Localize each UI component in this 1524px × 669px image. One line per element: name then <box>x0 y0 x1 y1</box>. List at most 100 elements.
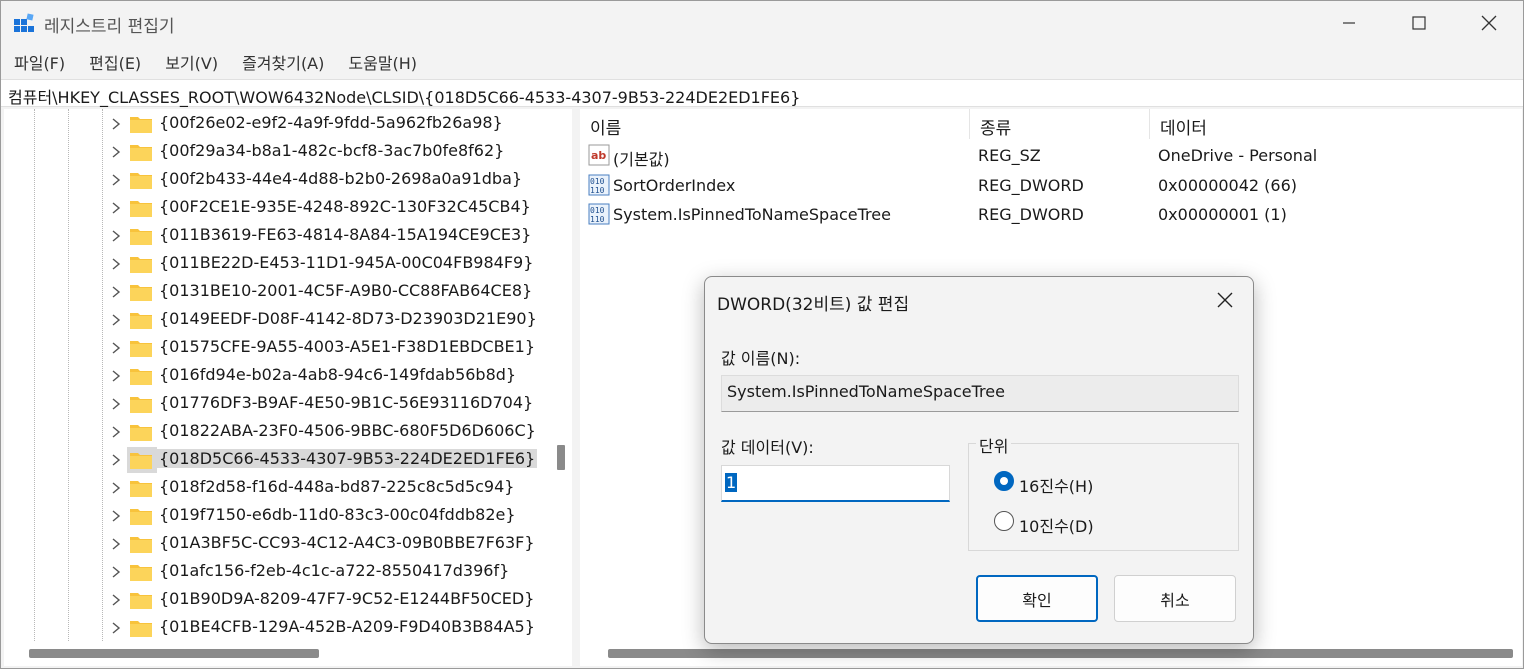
chevron-right-icon[interactable] <box>108 173 124 187</box>
chevron-right-icon[interactable] <box>108 453 124 467</box>
tree-item-label: {01B90D9A-8209-47F7-9C52-E1244BF50CED} <box>159 589 535 608</box>
folder-icon <box>130 201 152 217</box>
chevron-right-icon[interactable] <box>108 369 124 383</box>
tree-item[interactable]: {018f2d58-f16d-448a-bd87-225c8c5d5c94} <box>4 474 564 502</box>
minimize-button[interactable] <box>1314 1 1384 45</box>
tree-item[interactable]: {011B3619-FE63-4814-8A84-15A194CE9CE3} <box>4 222 564 250</box>
chevron-right-icon[interactable] <box>108 285 124 299</box>
chevron-right-icon[interactable] <box>108 425 124 439</box>
chevron-right-icon[interactable] <box>108 621 124 635</box>
binary-value-icon: 010 110 <box>588 174 610 196</box>
tree-item-label: {00f29a34-b8a1-482c-bcf8-3ac7b0fe8f62} <box>159 141 505 160</box>
tree-item-label: {01BE4CFB-129A-452B-A209-F9D40B3B84A5} <box>159 617 535 636</box>
chevron-right-icon[interactable] <box>108 145 124 159</box>
menu-help[interactable]: 도움말(H) <box>336 47 429 75</box>
tree-item-label: {0149EEDF-D08F-4142-8D73-D23903D21E90} <box>159 309 537 328</box>
value-name: System.IsPinnedToNameSpaceTree <box>613 205 891 224</box>
address-bar[interactable]: 컴퓨터\HKEY_CLASSES_ROOT\WOW6432Node\CLSID\… <box>1 79 1523 107</box>
tree-item-label: {00f2b433-44e4-4d88-b2b0-2698a0a91dba} <box>159 169 523 188</box>
maximize-button[interactable] <box>1384 1 1454 45</box>
ok-button[interactable]: 확인 <box>976 575 1098 622</box>
dialog-title: DWORD(32비트) 값 편집 <box>717 295 910 315</box>
close-icon <box>1481 15 1497 31</box>
tree-item[interactable]: {00F2CE1E-935E-4248-892C-130F32C45CB4} <box>4 194 564 222</box>
column-header-name[interactable]: 이름 <box>580 109 970 139</box>
cancel-button[interactable]: 취소 <box>1114 575 1236 622</box>
menu-favorites[interactable]: 즐겨찾기(A) <box>230 47 336 75</box>
menu-view[interactable]: 보기(V) <box>153 47 230 75</box>
tree-item[interactable]: {00f2b433-44e4-4d88-b2b0-2698a0a91dba} <box>4 166 564 194</box>
edit-dword-dialog: DWORD(32비트) 값 편집 값 이름(N): System.IsPinne… <box>704 276 1254 644</box>
title-bar[interactable]: 레지스트리 편집기 <box>1 1 1523 45</box>
chevron-right-icon[interactable] <box>108 229 124 243</box>
chevron-right-icon[interactable] <box>108 341 124 355</box>
value-row[interactable]: ab (기본값) REG_SZ OneDrive - Personal <box>580 142 1520 171</box>
folder-icon <box>130 369 152 385</box>
tree-item[interactable]: {019f7150-e6db-11d0-83c3-00c04fddb82e} <box>4 502 564 530</box>
folder-icon <box>130 341 152 357</box>
maximize-icon <box>1412 16 1426 30</box>
tree-item-label: {016fd94e-b02a-4ab8-94c6-149fdab56b8d} <box>159 365 517 384</box>
chevron-right-icon[interactable] <box>108 593 124 607</box>
column-header-data[interactable]: 데이터 <box>1150 109 1520 139</box>
decimal-radio-label[interactable]: 10진수(D) <box>1019 513 1094 537</box>
value-name-label: 값 이름(N): <box>721 349 801 368</box>
value-row[interactable]: 010 110 System.IsPinnedToNameSpaceTree R… <box>580 201 1520 230</box>
menu-edit[interactable]: 편집(E) <box>77 47 153 75</box>
value-row[interactable]: 010 110 SortOrderIndex REG_DWORD 0x00000… <box>580 172 1520 201</box>
close-button[interactable] <box>1454 1 1524 45</box>
tree-item-label: {0131BE10-2001-4C5F-A9B0-CC88FAB64CE8} <box>159 281 533 300</box>
registry-app-icon <box>14 13 34 32</box>
tree-item-selected[interactable]: {018D5C66-4533-4307-9B53-224DE2ED1FE6} <box>4 446 564 474</box>
hex-radio-label[interactable]: 16진수(H) <box>1019 473 1093 497</box>
value-data: 0x00000042 (66) <box>1158 176 1298 195</box>
dialog-close-button[interactable] <box>1205 285 1245 315</box>
chevron-right-icon[interactable] <box>108 537 124 551</box>
registry-editor-window: 레지스트리 편집기 파일(F) 편집(E) 보기(V) 즐겨찾기(A) 도움말(… <box>0 0 1524 669</box>
key-tree-pane[interactable]: {00f26e02-e9f2-4a9f-9fdd-5a962fb26a98} {0… <box>4 109 572 642</box>
string-value-icon: ab <box>588 144 610 166</box>
tree-vertical-scrollbar[interactable] <box>557 109 571 642</box>
chevron-right-icon[interactable] <box>108 509 124 523</box>
column-header-type[interactable]: 종류 <box>970 109 1150 139</box>
chevron-right-icon[interactable] <box>108 257 124 271</box>
chevron-right-icon[interactable] <box>108 117 124 131</box>
tree-item[interactable]: {01afc156-f2eb-4c1c-a722-8550417d396f} <box>4 558 564 586</box>
value-name: (기본값) <box>613 150 670 169</box>
tree-item[interactable]: {00f26e02-e9f2-4a9f-9fdd-5a962fb26a98} <box>4 110 564 138</box>
tree-item[interactable]: {01575CFE-9A55-4003-A5E1-F38D1EBDCBE1} <box>4 334 564 362</box>
chevron-right-icon[interactable] <box>108 481 124 495</box>
tree-item-label: {011B3619-FE63-4814-8A84-15A194CE9CE3} <box>159 225 532 244</box>
tree-item[interactable]: {0149EEDF-D08F-4142-8D73-D23903D21E90} <box>4 306 564 334</box>
decimal-radio[interactable] <box>994 511 1014 531</box>
tree-item-label: {00f26e02-e9f2-4a9f-9fdd-5a962fb26a98} <box>159 113 503 132</box>
tree-item[interactable]: {01B90D9A-8209-47F7-9C52-E1244BF50CED} <box>4 586 564 614</box>
tree-item-label: {01575CFE-9A55-4003-A5E1-F38D1EBDCBE1} <box>159 337 536 356</box>
tree-item-label: {01776DF3-B9AF-4E50-9B1C-56E93116D704} <box>159 393 534 412</box>
tree-item[interactable]: {01776DF3-B9AF-4E50-9B1C-56E93116D704} <box>4 390 564 418</box>
tree-item[interactable]: {01A3BF5C-CC93-4C12-A4C3-09B0BBE7F63F} <box>4 530 564 558</box>
tree-scroll-thumb[interactable] <box>557 445 565 470</box>
values-horizontal-thumb[interactable] <box>608 649 1513 658</box>
tree-item[interactable]: {016fd94e-b02a-4ab8-94c6-149fdab56b8d} <box>4 362 564 390</box>
tree-horizontal-thumb[interactable] <box>29 649 319 658</box>
folder-icon <box>130 229 152 245</box>
hex-radio[interactable] <box>994 471 1014 491</box>
chevron-right-icon[interactable] <box>108 565 124 579</box>
folder-icon <box>130 117 152 133</box>
folder-icon <box>130 425 152 441</box>
tree-item[interactable]: {0131BE10-2001-4C5F-A9B0-CC88FAB64CE8} <box>4 278 564 306</box>
chevron-right-icon[interactable] <box>108 201 124 215</box>
tree-item-label: {01afc156-f2eb-4c1c-a722-8550417d396f} <box>159 561 510 580</box>
chevron-right-icon[interactable] <box>108 313 124 327</box>
value-data-input[interactable]: 1 <box>721 465 950 502</box>
tree-item[interactable]: {01BE4CFB-129A-452B-A209-F9D40B3B84A5} <box>4 614 564 642</box>
tree-item[interactable]: {01822ABA-23F0-4506-9BBC-680F5D6D606C} <box>4 418 564 446</box>
menu-file[interactable]: 파일(F) <box>1 47 77 75</box>
close-icon <box>1217 292 1233 308</box>
tree-item[interactable]: {011BE22D-E453-11D1-945A-00C04FB984F9} <box>4 250 564 278</box>
tree-item[interactable]: {00f29a34-b8a1-482c-bcf8-3ac7b0fe8f62} <box>4 138 564 166</box>
folder-icon <box>130 481 152 497</box>
chevron-right-icon[interactable] <box>108 397 124 411</box>
pane-splitter[interactable] <box>572 109 580 667</box>
